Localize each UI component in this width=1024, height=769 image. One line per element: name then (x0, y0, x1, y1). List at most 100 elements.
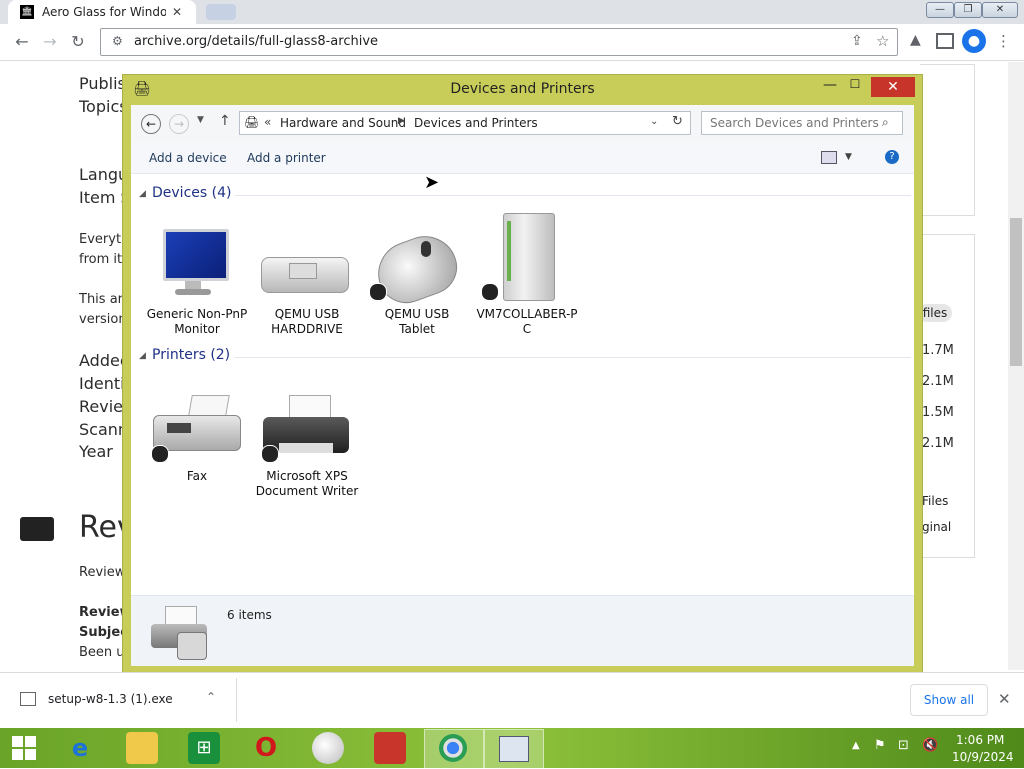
file-size-4: 2.1M (922, 436, 954, 451)
fax-status-clock-icon (151, 445, 169, 463)
breadcrumb-overflow[interactable]: « (264, 115, 271, 129)
file-size-2: 2.1M (922, 374, 954, 389)
change-view-icon[interactable] (821, 151, 837, 164)
bookmark-star-icon[interactable]: ☆ (876, 32, 889, 50)
show-hidden-icons-chevron-icon[interactable]: ▲ (852, 740, 860, 751)
reviews-subtext: Review (79, 565, 126, 580)
start-windows-logo-icon[interactable] (12, 736, 38, 760)
printers-group-divider (235, 357, 911, 358)
network-icon[interactable]: ⊡ (898, 738, 909, 753)
forward-arrow-icon[interactable]: → (40, 32, 60, 52)
monitor-icon[interactable] (159, 225, 229, 297)
search-icon[interactable]: ⌕ (882, 115, 889, 130)
taskbar-devices-printers-button[interactable] (484, 729, 544, 769)
devices-group-header[interactable]: Devices (4) (152, 185, 231, 201)
new-tab-button[interactable] (206, 4, 236, 20)
window-close-button[interactable]: ✕ (871, 77, 915, 97)
address-bar-url[interactable]: archive.org/details/full-glass8-archive (134, 34, 378, 49)
share-icon[interactable]: ⇪ (851, 33, 863, 49)
profile-avatar-icon[interactable]: ● (962, 29, 986, 53)
page-label-publisher: Publis (79, 74, 126, 93)
action-center-flag-icon[interactable]: ⚑ (874, 738, 886, 753)
explorer-forward-icon[interactable]: → (169, 114, 189, 134)
up-arrow-icon[interactable]: ↑ (219, 113, 231, 129)
printer-label-xps-line1: Microsoft XPS (266, 469, 348, 483)
window-maximize-button[interactable]: ☐ (847, 77, 863, 91)
volume-muted-icon[interactable]: 🔇 (922, 738, 938, 753)
explorer-navigation-row: ← → ▼ ↑ 🖨 « Hardware and Sound ▶ Devices… (131, 105, 914, 141)
file-explorer-icon[interactable] (126, 732, 158, 764)
device-label-harddrive[interactable]: QEMU USB HARDDRIVE (253, 307, 361, 337)
add-device-button[interactable]: Add a device (149, 151, 227, 165)
tab-title: Aero Glass for Window (42, 5, 166, 19)
browser-minimize-button[interactable]: — (926, 2, 954, 18)
back-arrow-icon[interactable]: ← (12, 32, 32, 52)
window-minimize-button[interactable]: — (823, 77, 837, 93)
explorer-address-bar[interactable]: 🖨 « Hardware and Sound ▶ Devices and Pri… (239, 111, 691, 135)
printer-label-xps[interactable]: Microsoft XPS Document Writer (253, 469, 361, 499)
download-divider (236, 678, 237, 722)
device-label-computer[interactable]: VM7COLLABER-P C (473, 307, 581, 337)
view-options-chevron-icon[interactable]: ▼ (845, 152, 852, 162)
computer-icon[interactable] (495, 211, 561, 301)
computer-status-clock-icon (481, 283, 499, 301)
devices-printers-window: 🖨 Devices and Printers — ☐ ✕ ← → ▼ ↑ 🖨 «… (122, 74, 923, 674)
files-badge[interactable]: files (918, 304, 952, 322)
show-all-downloads-button[interactable]: Show all (910, 684, 988, 716)
explorer-back-icon[interactable]: ← (141, 114, 161, 134)
printers-group-header[interactable]: Printers (2) (152, 347, 230, 363)
xps-status-clock-icon (261, 445, 279, 463)
device-label-tablet[interactable]: QEMU USB Tablet (363, 307, 471, 337)
control-panel-taskbar-icon (499, 736, 529, 762)
printers-collapse-icon[interactable]: ◢ (139, 351, 146, 361)
explorer-search-box[interactable]: Search Devices and Printers ⌕ (701, 111, 903, 135)
download-filename[interactable]: setup-w8-1.3 (1).exe (48, 692, 173, 706)
file-size-1: 1.7M (922, 343, 954, 358)
details-pane: 6 items (131, 595, 914, 666)
taskbar-time[interactable]: 1:06 PM (956, 733, 1004, 747)
page-label-scanner: Scann (79, 420, 129, 439)
printer-label-fax[interactable]: Fax (143, 469, 251, 484)
search-placeholder: Search Devices and Printers (710, 116, 879, 130)
exe-file-icon (20, 692, 36, 706)
taskbar-date[interactable]: 10/9/2024 (952, 750, 1014, 764)
breadcrumb-devices-printers[interactable]: Devices and Printers (414, 116, 538, 130)
device-label-tablet-line1: QEMU USB (384, 307, 450, 321)
all-files-link[interactable]: Files (922, 494, 948, 508)
harddrive-icon[interactable] (261, 247, 349, 295)
internet-explorer-icon[interactable]: e (64, 732, 96, 764)
devices-collapse-icon[interactable]: ◢ (139, 189, 146, 199)
browser-restore-button[interactable]: ❐ (954, 2, 982, 18)
tab-close-icon[interactable]: ✕ (172, 5, 182, 19)
close-download-bar-icon[interactable]: ✕ (998, 690, 1011, 708)
add-printer-button[interactable]: Add a printer (247, 151, 326, 165)
refresh-icon[interactable]: ↻ (672, 114, 683, 129)
original-link[interactable]: ginal (922, 520, 951, 534)
recent-locations-chevron-icon[interactable]: ▼ (197, 115, 204, 125)
device-label-tablet-line2: Tablet (399, 322, 435, 336)
store-icon[interactable]: ⊞ (188, 732, 220, 764)
taskbar-chrome-button[interactable] (424, 729, 484, 769)
download-options-chevron-icon[interactable]: ⌃ (206, 690, 216, 704)
globe-app-icon[interactable] (312, 732, 344, 764)
help-icon[interactable]: ? (885, 150, 899, 164)
page-scrollbar-thumb[interactable] (1010, 218, 1022, 366)
browser-close-button[interactable]: ✕ (982, 2, 1018, 18)
address-dropdown-icon[interactable]: ⌄ (650, 116, 658, 127)
mouse-status-clock-icon (369, 283, 387, 301)
site-info-icon[interactable]: ⚙ (112, 34, 123, 48)
page-label-language: Langu (79, 165, 129, 184)
page-scrollbar[interactable] (1008, 62, 1024, 670)
opera-icon[interactable]: O (250, 732, 282, 764)
breadcrumb-hardware-sound[interactable]: Hardware and Sound (280, 116, 406, 130)
device-label-monitor[interactable]: Generic Non-PnP Monitor (143, 307, 251, 337)
page-text-version: version (79, 312, 127, 327)
mouse-cursor-icon: ➤ (424, 172, 440, 193)
side-panel-icon[interactable] (936, 33, 954, 49)
explorer-client-area: ← → ▼ ↑ 🖨 « Hardware and Sound ▶ Devices… (131, 105, 914, 666)
extensions-icon[interactable]: ▲ (910, 32, 921, 48)
menu-kebab-icon[interactable]: ⋮ (996, 32, 1011, 50)
browser-tab[interactable]: 🏛 Aero Glass for Window ✕ (8, 0, 196, 24)
package-app-icon[interactable] (374, 732, 406, 764)
reload-icon[interactable]: ↻ (68, 32, 88, 52)
